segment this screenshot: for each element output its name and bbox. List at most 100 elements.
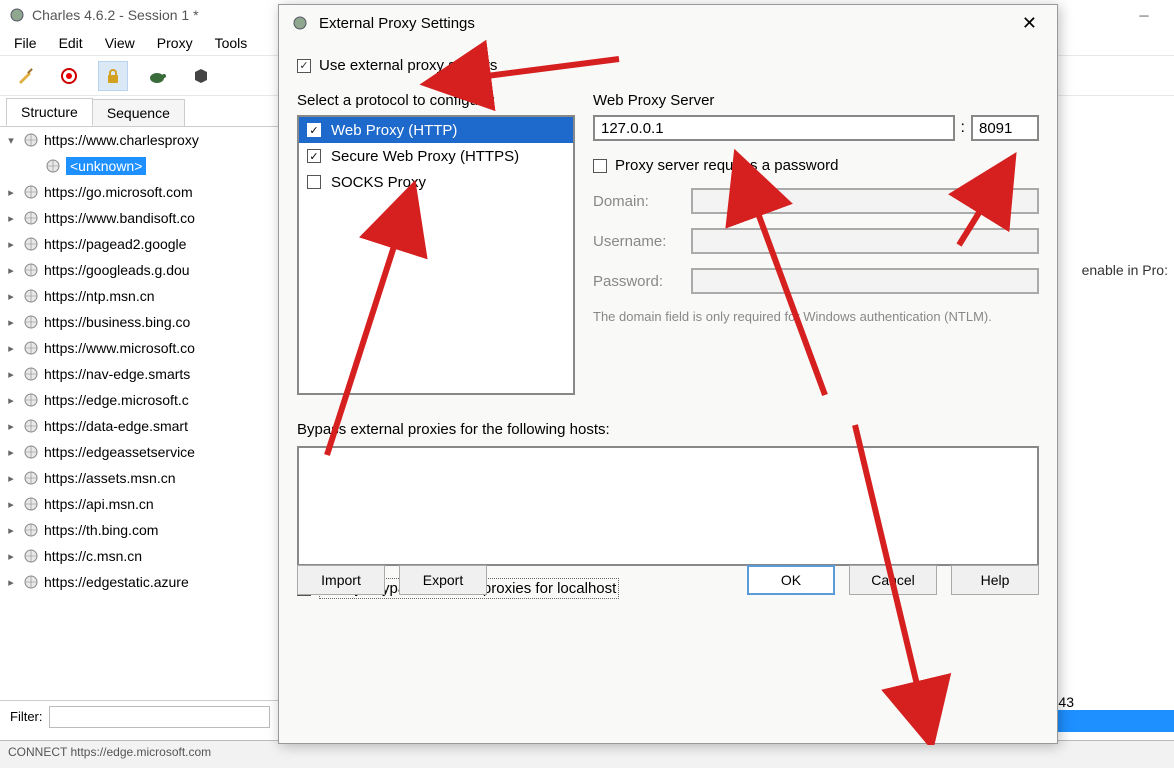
hexagon-icon[interactable] (186, 61, 216, 91)
menu-view[interactable]: View (95, 31, 145, 55)
checkbox-icon[interactable] (593, 159, 607, 173)
protocol-item[interactable]: SOCKS Proxy (299, 169, 573, 195)
expand-icon[interactable]: ▸ (4, 212, 18, 225)
protocol-label: Secure Web Proxy (HTTPS) (331, 148, 519, 165)
proxy-host-input[interactable] (593, 115, 955, 141)
close-icon[interactable]: ✕ (1014, 13, 1045, 34)
selection-strip (1054, 710, 1174, 732)
tree-item-label: https://api.msn.cn (44, 496, 154, 512)
proxy-port-input[interactable] (971, 115, 1039, 141)
protocol-item[interactable]: ✓ Web Proxy (HTTP) (299, 117, 573, 143)
tree-item[interactable]: ▸ https://pagead2.google (0, 231, 280, 257)
tree-item-label: https://edgeassetservice (44, 444, 195, 460)
tree-item[interactable]: ▸https://assets.msn.cn (0, 465, 280, 491)
checkbox-icon[interactable] (307, 175, 321, 189)
minimize-button[interactable]: ─ (1122, 1, 1166, 29)
expand-icon[interactable]: ▸ (4, 446, 18, 459)
tree-item-label: https://pagead2.google (44, 236, 186, 252)
lock-button[interactable] (98, 61, 128, 91)
tree-item[interactable]: ▸https://ntp.msn.cn (0, 283, 280, 309)
tab-sequence[interactable]: Sequence (92, 99, 185, 126)
globe-icon (22, 495, 40, 513)
globe-icon (22, 573, 40, 591)
external-proxy-dialog: External Proxy Settings ✕ ✓ Use external… (278, 4, 1058, 744)
cancel-button[interactable]: Cancel (849, 565, 937, 595)
menu-file[interactable]: File (4, 31, 47, 55)
menu-tools[interactable]: Tools (205, 31, 258, 55)
expand-icon[interactable]: ▸ (4, 186, 18, 199)
tree-item[interactable]: ▸ https://edgeassetservice (0, 439, 280, 465)
expand-icon[interactable]: ▸ (4, 472, 18, 485)
import-button[interactable]: Import (297, 565, 385, 595)
domain-input (691, 188, 1039, 214)
menu-proxy[interactable]: Proxy (147, 31, 203, 55)
checkbox-icon[interactable]: ✓ (307, 149, 321, 163)
expand-icon[interactable]: ▸ (4, 290, 18, 303)
expand-icon[interactable]: ▸ (4, 394, 18, 407)
tree-item[interactable]: ▸https://edge.microsoft.c (0, 387, 280, 413)
tree-item[interactable]: ▸ https://googleads.g.dou (0, 257, 280, 283)
globe-icon (22, 131, 40, 149)
tree-child-item[interactable]: <unknown> (0, 153, 280, 179)
globe-icon (22, 313, 40, 331)
tab-structure[interactable]: Structure (6, 98, 93, 126)
tree-item[interactable]: ▸ https://business.bing.co (0, 309, 280, 335)
expand-icon[interactable]: ▸ (4, 420, 18, 433)
turtle-icon[interactable] (142, 61, 172, 91)
password-label: Password: (593, 273, 681, 290)
tree-item-label: https://go.microsoft.com (44, 184, 193, 200)
protocol-label: Web Proxy (HTTP) (331, 122, 457, 139)
ok-button[interactable]: OK (747, 565, 835, 595)
expand-icon[interactable]: ▸ (4, 576, 18, 589)
host-tree[interactable]: ▾https://www.charlesproxy<unknown>▸https… (0, 126, 280, 666)
tree-item[interactable]: ▸https://data-edge.smart (0, 413, 280, 439)
bypass-hosts-list[interactable] (297, 446, 1039, 566)
expand-icon[interactable]: ▸ (4, 524, 18, 537)
export-button[interactable]: Export (399, 565, 487, 595)
tree-item[interactable]: ▸https://nav-edge.smarts (0, 361, 280, 387)
app-icon (8, 6, 26, 24)
globe-icon (22, 339, 40, 357)
tree-item[interactable]: ▸https://www.microsoft.co (0, 335, 280, 361)
globe-icon (22, 547, 40, 565)
password-input (691, 268, 1039, 294)
use-external-label: Use external proxy servers (319, 57, 497, 74)
globe-icon (22, 417, 40, 435)
help-button[interactable]: Help (951, 565, 1039, 595)
checkbox-icon[interactable]: ✓ (307, 123, 321, 137)
tree-item-label: https://business.bing.co (44, 314, 190, 330)
expand-icon[interactable]: ▸ (4, 550, 18, 563)
dialog-title-bar: External Proxy Settings ✕ (279, 5, 1057, 41)
expand-icon[interactable]: ▸ (4, 264, 18, 277)
select-protocol-label: Select a protocol to configure: (297, 92, 575, 109)
protocol-list[interactable]: ✓ Web Proxy (HTTP) ✓ Secure Web Proxy (HTTP… (297, 115, 575, 395)
tree-item[interactable]: ▸https://www.bandisoft.co (0, 205, 280, 231)
expand-icon[interactable]: ▸ (4, 368, 18, 381)
bypass-label: Bypass external proxies for the followin… (297, 421, 1039, 438)
globe-icon (22, 183, 40, 201)
ntlm-hint: The domain field is only required for Wi… (593, 308, 1039, 326)
expand-icon[interactable]: ▸ (4, 342, 18, 355)
globe-icon (22, 235, 40, 253)
tree-item[interactable]: ▾ https://www.charlesproxy (0, 127, 280, 153)
tree-item[interactable]: ▸https://th.bing.com (0, 517, 280, 543)
use-external-checkbox-row[interactable]: ✓ Use external proxy servers (297, 57, 1039, 74)
tree-item[interactable]: ▸https://c.msn.cn (0, 543, 280, 569)
expand-icon[interactable]: ▸ (4, 238, 18, 251)
auth-required-checkbox[interactable]: Proxy server requires a password (593, 157, 1039, 174)
tree-item-label: https://www.charlesproxy (44, 132, 199, 148)
menu-edit[interactable]: Edit (49, 31, 93, 55)
tree-item[interactable]: ▸ https://api.msn.cn (0, 491, 280, 517)
tree-item[interactable]: ▸https://edgestatic.azure (0, 569, 280, 595)
record-button[interactable] (54, 61, 84, 91)
checkbox-icon[interactable]: ✓ (297, 59, 311, 73)
expand-icon[interactable]: ▾ (4, 134, 18, 147)
protocol-item[interactable]: ✓ Secure Web Proxy (HTTPS) (299, 143, 573, 169)
expand-icon[interactable]: ▸ (4, 316, 18, 329)
web-proxy-server-label: Web Proxy Server (593, 92, 1039, 109)
broom-icon[interactable] (10, 61, 40, 91)
tree-item[interactable]: ▸ https://go.microsoft.com (0, 179, 280, 205)
expand-icon[interactable]: ▸ (4, 498, 18, 511)
tree-item-label: https://googleads.g.dou (44, 262, 190, 278)
filter-input[interactable] (49, 706, 271, 728)
